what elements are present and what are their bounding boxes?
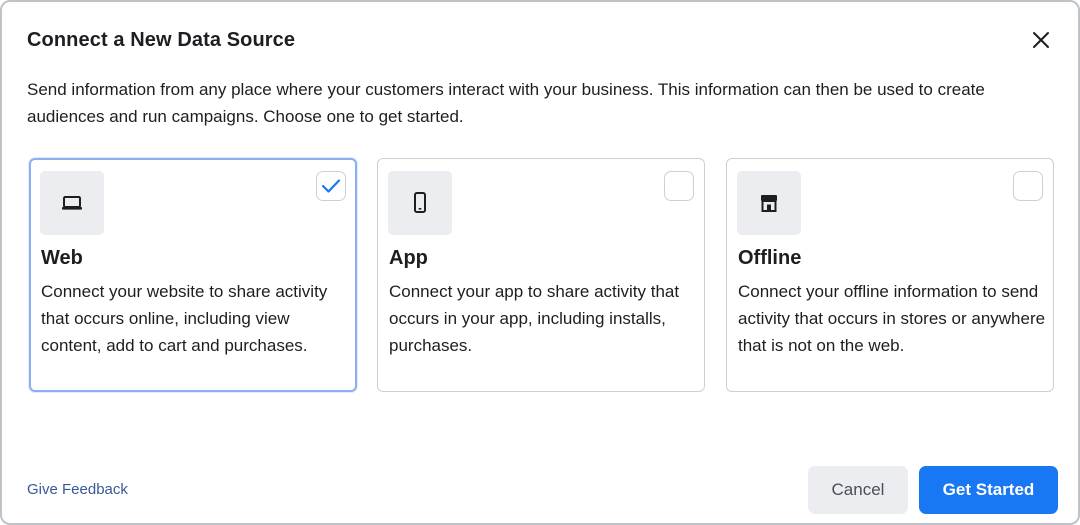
mobile-phone-icon — [414, 192, 426, 213]
source-icon-tile — [40, 171, 104, 235]
source-description-app: Connect your app to share activity that … — [389, 282, 680, 355]
laptop-icon — [62, 196, 82, 210]
source-title-app: App — [389, 247, 428, 269]
source-card-offline[interactable]: Offline Connect your offline information… — [726, 158, 1054, 392]
close-icon — [1033, 32, 1049, 48]
source-card-web[interactable]: Web Connect your website to share activi… — [29, 158, 357, 392]
source-checkbox-web[interactable] — [316, 171, 346, 201]
dialog-description: Send information from any place where yo… — [27, 80, 985, 126]
close-button[interactable] — [1025, 24, 1057, 56]
checkmark-icon — [321, 179, 341, 193]
connect-data-source-dialog: Connect a New Data Source Send informati… — [0, 0, 1080, 525]
source-title-web: Web — [41, 247, 83, 269]
source-checkbox-offline[interactable] — [1013, 171, 1043, 201]
give-feedback-link[interactable]: Give Feedback — [27, 481, 128, 498]
dialog-title: Connect a New Data Source — [27, 29, 296, 51]
get-started-button[interactable]: Get Started — [919, 466, 1058, 514]
source-description-offline: Connect your offline information to send… — [738, 282, 1046, 355]
store-icon — [761, 195, 777, 212]
cancel-button[interactable]: Cancel — [808, 466, 908, 514]
source-card-app[interactable]: App Connect your app to share activity t… — [377, 158, 705, 392]
source-checkbox-app[interactable] — [664, 171, 694, 201]
source-icon-tile — [737, 171, 801, 235]
source-description-web: Connect your website to share activity t… — [41, 282, 328, 355]
source-title-offline: Offline — [738, 247, 802, 269]
source-icon-tile — [388, 171, 452, 235]
